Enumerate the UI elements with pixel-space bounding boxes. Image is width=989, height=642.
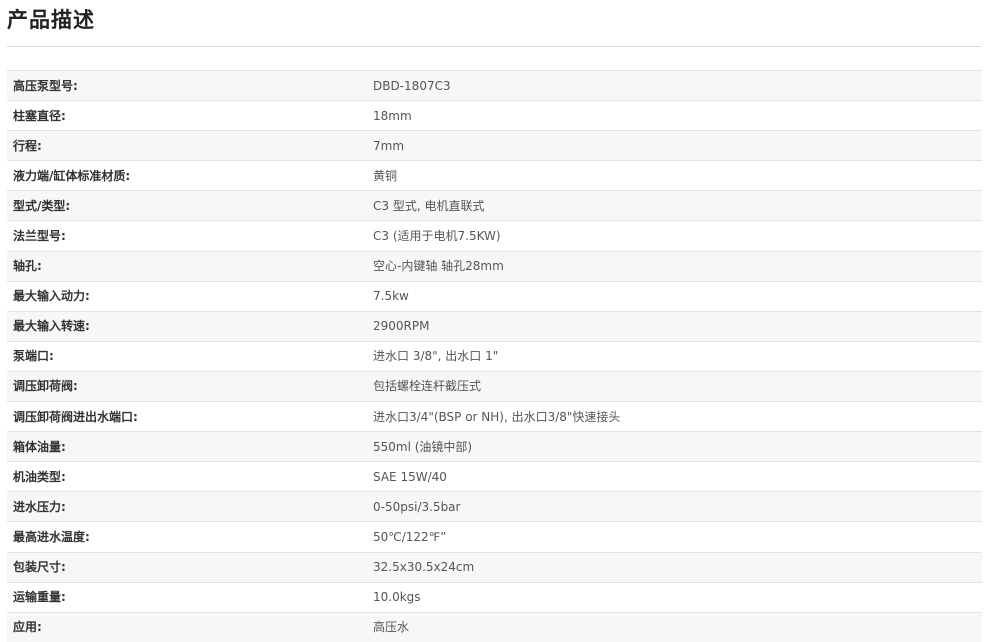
spec-label: 法兰型号: bbox=[7, 220, 367, 252]
table-row: 最高进水温度: 50℃/122℉” bbox=[7, 521, 982, 552]
spec-value: 550ml (油镜中部) bbox=[367, 431, 982, 462]
table-row: 高压泵型号: DBD-1807C3 bbox=[7, 69, 982, 101]
spec-value: 2900RPM bbox=[367, 310, 982, 342]
spec-label: 柱塞直径: bbox=[7, 100, 367, 131]
table-row: 应用: 高压水 bbox=[7, 611, 982, 642]
spec-label: 运输重量: bbox=[7, 581, 367, 613]
table-row: 轴孔: 空心-内键轴 轴孔28mm bbox=[7, 250, 982, 282]
spec-label: 应用: bbox=[7, 611, 367, 642]
table-row: 最大输入转速: 2900RPM bbox=[7, 310, 982, 342]
spec-value: 0-50psi/3.5bar bbox=[367, 491, 982, 522]
spec-label: 型式/类型: bbox=[7, 190, 367, 221]
table-row: 液力端/缸体标准材质: 黄铜 bbox=[7, 160, 982, 191]
spec-label: 包装尺寸: bbox=[7, 551, 367, 583]
page-title: 产品描述 bbox=[7, 8, 95, 32]
table-row: 泵端口: 进水口 3/8", 出水口 1" bbox=[7, 340, 982, 372]
spec-label: 行程: bbox=[7, 130, 367, 161]
table-row: 行程: 7mm bbox=[7, 130, 982, 161]
product-description-page: 产品描述 高压泵型号: DBD-1807C3 柱塞直径: 18mm 行程: 7m… bbox=[0, 0, 989, 642]
table-row: 箱体油量: 550ml (油镜中部) bbox=[7, 431, 982, 462]
spec-label: 进水压力: bbox=[7, 491, 367, 522]
table-row: 包装尺寸: 32.5x30.5x24cm bbox=[7, 551, 982, 583]
spec-label: 液力端/缸体标准材质: bbox=[7, 160, 367, 191]
spec-value: C3 型式, 电机直联式 bbox=[367, 190, 982, 221]
title-divider bbox=[7, 46, 981, 47]
spec-label: 最大输入转速: bbox=[7, 310, 367, 342]
spec-value: 包括螺栓连杆截压式 bbox=[367, 370, 982, 402]
spec-table: 高压泵型号: DBD-1807C3 柱塞直径: 18mm 行程: 7mm 液力端… bbox=[7, 69, 982, 642]
spec-label: 机油类型: bbox=[7, 461, 367, 492]
table-row: 型式/类型: C3 型式, 电机直联式 bbox=[7, 190, 982, 221]
spec-label: 轴孔: bbox=[7, 250, 367, 282]
spec-value: C3 (适用于电机7.5KW) bbox=[367, 220, 982, 252]
spec-value: 高压水 bbox=[367, 611, 982, 642]
table-row: 调压卸荷阀进出水端口: 进水口3/4"(BSP or NH), 出水口3/8"快… bbox=[7, 401, 982, 432]
spec-label: 调压卸荷阀进出水端口: bbox=[7, 401, 367, 432]
spec-label: 调压卸荷阀: bbox=[7, 370, 367, 402]
spec-value: 18mm bbox=[367, 100, 982, 131]
spec-label: 泵端口: bbox=[7, 340, 367, 372]
spec-value: 10.0kgs bbox=[367, 581, 982, 613]
spec-label: 箱体油量: bbox=[7, 431, 367, 462]
table-row: 调压卸荷阀: 包括螺栓连杆截压式 bbox=[7, 370, 982, 402]
spec-value: 7mm bbox=[367, 130, 982, 161]
spec-value: 50℃/122℉” bbox=[367, 521, 982, 552]
spec-value: SAE 15W/40 bbox=[367, 461, 982, 492]
spec-value: 32.5x30.5x24cm bbox=[367, 551, 982, 583]
table-row: 进水压力: 0-50psi/3.5bar bbox=[7, 491, 982, 522]
table-row: 法兰型号: C3 (适用于电机7.5KW) bbox=[7, 220, 982, 252]
table-row: 最大输入动力: 7.5kw bbox=[7, 280, 982, 312]
spec-value: DBD-1807C3 bbox=[367, 69, 982, 101]
spec-value: 空心-内键轴 轴孔28mm bbox=[367, 250, 982, 282]
spec-value: 进水口 3/8", 出水口 1" bbox=[367, 340, 982, 372]
table-row: 运输重量: 10.0kgs bbox=[7, 581, 982, 613]
spec-value: 进水口3/4"(BSP or NH), 出水口3/8"快速接头 bbox=[367, 401, 982, 432]
spec-label: 高压泵型号: bbox=[7, 69, 367, 101]
spec-label: 最高进水温度: bbox=[7, 521, 367, 552]
spec-value: 7.5kw bbox=[367, 280, 982, 312]
spec-label: 最大输入动力: bbox=[7, 280, 367, 312]
table-row: 机油类型: SAE 15W/40 bbox=[7, 461, 982, 492]
spec-value: 黄铜 bbox=[367, 160, 982, 191]
table-row: 柱塞直径: 18mm bbox=[7, 100, 982, 131]
